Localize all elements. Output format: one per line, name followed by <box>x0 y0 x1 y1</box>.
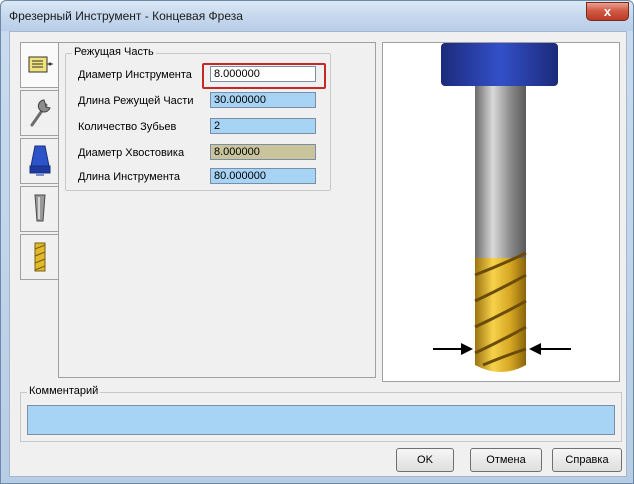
wrench-icon <box>30 99 51 127</box>
teeth-count-label: Количество Зубьев <box>78 121 177 133</box>
holder-cone-icon <box>29 145 50 176</box>
window-title: Фрезерный Инструмент - Концевая Фреза <box>9 9 243 23</box>
tab-cutter[interactable] <box>20 234 58 280</box>
cutting-length-input[interactable] <box>210 92 316 108</box>
tab-parameters[interactable] <box>20 42 60 88</box>
cutting-part-group: Режущая Часть Диаметр Инструмента Длина … <box>65 46 331 191</box>
teeth-count-input[interactable] <box>210 118 316 134</box>
tool-preview <box>382 42 620 382</box>
row-tool-length: Длина Инструмента <box>66 168 330 190</box>
tool-length-label: Длина Инструмента <box>78 171 180 183</box>
close-icon: x <box>603 4 612 19</box>
row-cutting-length: Длина Режущей Части <box>66 92 330 114</box>
cancel-button[interactable]: Отмена <box>470 448 542 472</box>
cutting-length-label: Длина Режущей Части <box>78 95 194 107</box>
shank-diameter-input[interactable] <box>210 144 316 160</box>
shank-shape <box>475 86 526 258</box>
tab-holder[interactable] <box>20 138 58 184</box>
row-shank-diameter: Диаметр Хвостовика <box>66 144 330 166</box>
close-button[interactable]: x <box>586 2 629 21</box>
help-button[interactable]: Справка <box>552 448 622 472</box>
highlight-box <box>202 63 326 89</box>
tool-diameter-label: Диаметр Инструмента <box>78 69 192 81</box>
parameters-panel: Режущая Часть Диаметр Инструмента Длина … <box>58 42 376 378</box>
dialog-window: Фрезерный Инструмент - Концевая Фреза x <box>0 0 634 484</box>
holder-shape <box>441 43 558 86</box>
row-teeth-count: Количество Зубьев <box>66 118 330 140</box>
row-tool-diameter: Диаметр Инструмента <box>66 63 330 89</box>
comment-input[interactable] <box>27 405 615 435</box>
comment-title: Комментарий <box>27 385 101 397</box>
cutter-icon <box>34 242 45 272</box>
shank-icon <box>33 194 46 222</box>
ok-button[interactable]: OK <box>396 448 454 472</box>
end-mill-illustration <box>433 43 571 372</box>
shank-diameter-label: Диаметр Хвостовика <box>78 147 185 159</box>
tab-tool-settings[interactable] <box>20 90 58 136</box>
tool-length-input[interactable] <box>210 168 316 184</box>
tab-shank[interactable] <box>20 186 58 232</box>
dialog-client-area: Режущая Часть Диаметр Инструмента Длина … <box>9 31 627 477</box>
comment-group: Комментарий <box>20 385 622 442</box>
cutting-part-title: Режущая Часть <box>72 46 156 58</box>
title-bar[interactable]: Фрезерный Инструмент - Концевая Фреза x <box>1 1 633 31</box>
parameters-icon <box>28 56 53 73</box>
